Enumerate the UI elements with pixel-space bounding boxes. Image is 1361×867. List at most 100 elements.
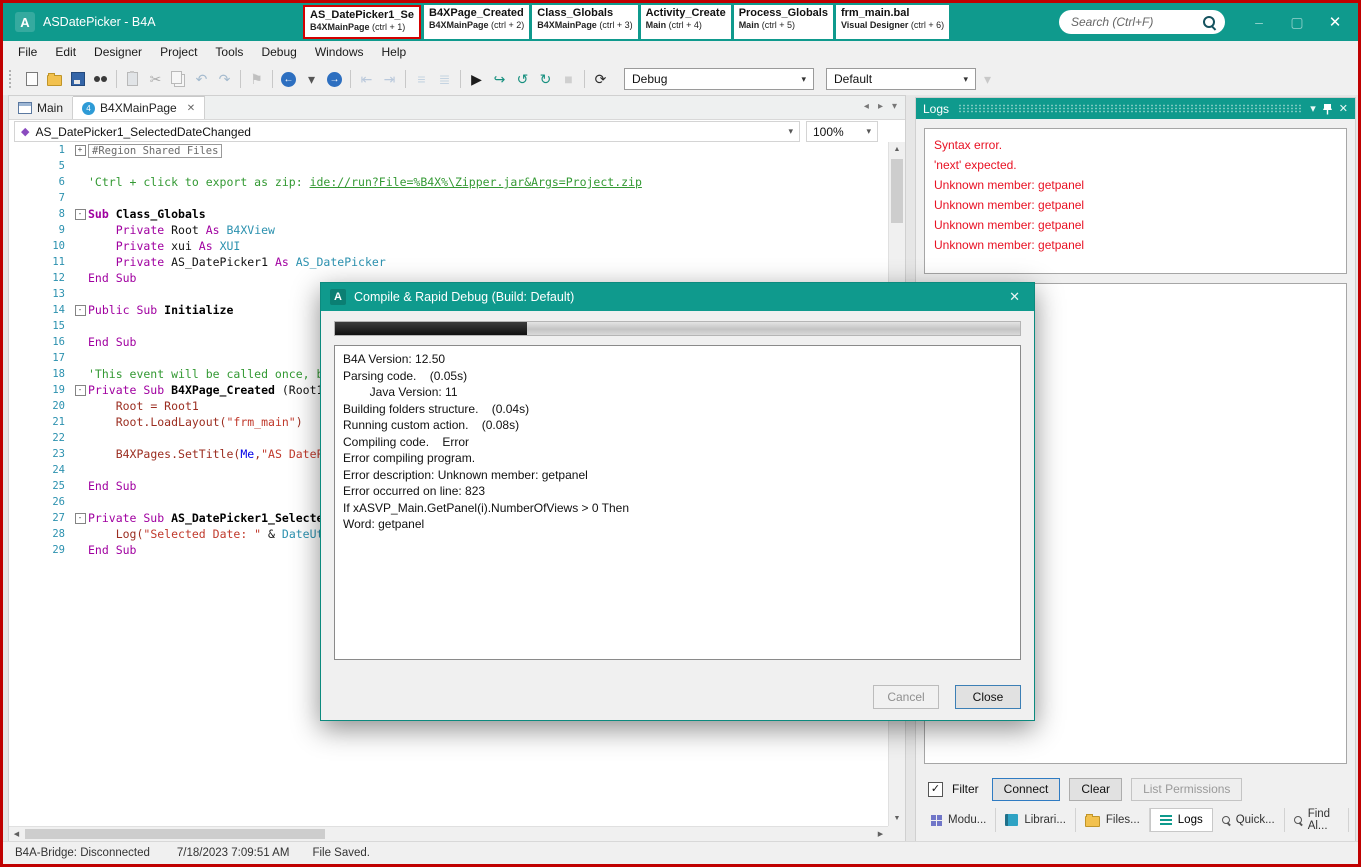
code-line: 11 Private AS_DatePicker1 As AS_DatePick… (9, 254, 888, 270)
dialog-title-bar[interactable]: A Compile & Rapid Debug (Build: Default)… (321, 283, 1034, 311)
scroll-left-icon[interactable]: ◀ (9, 827, 24, 841)
line-number: 7 (9, 192, 72, 204)
step-over-icon[interactable]: ↺ (511, 67, 534, 91)
nav-tab[interactable]: Class_GlobalsB4XMainPage (ctrl + 3) (532, 5, 637, 39)
logs-header[interactable]: Logs ▾ ✕ (916, 98, 1355, 119)
nav-tab-strip: AS_DatePicker1_SelectedDateChangedB4XMai… (303, 5, 949, 39)
conditional-symbols-dropdown[interactable]: Default▾ (826, 68, 976, 90)
line-number: 17 (9, 352, 72, 364)
panel-tab-logs[interactable]: Logs (1150, 808, 1213, 832)
cut-icon[interactable]: ✂ (144, 67, 167, 91)
nav-tab[interactable]: frm_main.balVisual Designer (ctrl + 6) (836, 5, 949, 39)
fold-toggle-icon[interactable]: + (75, 145, 86, 156)
stop-icon[interactable]: ■ (557, 67, 580, 91)
navigate-forward-icon[interactable]: → (323, 67, 346, 91)
logs-header-pattern (958, 104, 1301, 113)
bookmark-icon[interactable]: ⚑ (245, 67, 268, 91)
editor-tab-main[interactable]: Main (9, 97, 73, 119)
menu-item-help[interactable]: Help (373, 45, 416, 59)
fold-toggle-icon[interactable]: - (75, 209, 86, 220)
redo-icon[interactable]: ↷ (213, 67, 236, 91)
search-box[interactable] (1059, 10, 1225, 34)
menu-item-file[interactable]: File (9, 45, 46, 59)
nav-tab[interactable]: B4XPage_CreatedB4XMainPage (ctrl + 2) (424, 5, 529, 39)
copy-icon[interactable] (167, 67, 190, 91)
horizontal-scrollbar[interactable]: ◀ ▶ (9, 826, 888, 841)
step-into-icon[interactable]: ↪ (488, 67, 511, 91)
editor-header: ◆ AS_DatePicker1_SelectedDateChanged ▾ 1… (9, 120, 905, 144)
code-line: 7 (9, 190, 888, 206)
dialog-close-button[interactable]: Close (955, 685, 1021, 709)
clean-rebuild-icon[interactable]: ⟳ (589, 67, 612, 91)
scroll-up-icon[interactable]: ▲ (889, 142, 905, 157)
fold-toggle-icon[interactable]: - (75, 305, 86, 316)
close-button[interactable]: ✕ (1316, 13, 1354, 31)
search-input[interactable] (1069, 14, 1203, 30)
uncomment-icon[interactable]: ≣ (433, 67, 456, 91)
navigate-back-icon[interactable]: ← (277, 67, 300, 91)
tab-scroll-left-icon[interactable]: ◂ (864, 101, 869, 112)
editor-tab-b4xmainpage[interactable]: 4B4XMainPage✕ (73, 96, 205, 119)
pin-icon[interactable] (1323, 103, 1332, 115)
menu-item-windows[interactable]: Windows (306, 45, 373, 59)
line-number: 11 (9, 256, 72, 268)
panel-tab-strip: Modu...Librari...Files...LogsQuick...Fin… (922, 808, 1349, 832)
run-icon[interactable]: ▶ (465, 67, 488, 91)
menu-item-project[interactable]: Project (151, 45, 206, 59)
save-all-icon[interactable] (66, 67, 89, 91)
toolbar-items: ✂↶↷⚑←▾→⇤⇥≡≣▶↪↺↻■⟳Debug▾Default▾▾ (20, 67, 999, 91)
toolbar-drag-handle[interactable] (9, 70, 15, 88)
connect-button[interactable]: Connect (992, 778, 1061, 801)
outdent-icon[interactable]: ⇤ (355, 67, 378, 91)
minimize-button[interactable]: – (1240, 14, 1278, 30)
list-permissions-button[interactable]: List Permissions (1131, 778, 1242, 801)
app-title: ASDatePicker - B4A (43, 15, 156, 29)
navigate-back-menu-icon[interactable]: ▾ (300, 67, 323, 91)
cancel-button[interactable]: Cancel (873, 685, 939, 709)
line-number: 8 (9, 208, 72, 220)
log-entry: Unknown member: getpanel (934, 195, 1337, 215)
horizontal-scroll-thumb[interactable] (25, 829, 325, 839)
panel-tab-librari[interactable]: Librari... (996, 808, 1076, 832)
filter-checkbox[interactable]: ✓ (928, 782, 943, 797)
scroll-down-icon[interactable]: ▼ (889, 811, 905, 826)
find-in-files-icon[interactable] (89, 67, 112, 91)
tab-scroll-right-icon[interactable]: ▸ (878, 101, 883, 112)
open-project-icon[interactable] (43, 67, 66, 91)
menu-item-edit[interactable]: Edit (46, 45, 85, 59)
panel-tab-quick[interactable]: Quick... (1213, 808, 1285, 832)
menu-item-tools[interactable]: Tools (206, 45, 252, 59)
tab-list-icon[interactable]: ▾ (892, 101, 897, 112)
maximize-button[interactable]: ▢ (1278, 14, 1316, 31)
toolbar-overflow-icon[interactable]: ▾ (976, 67, 999, 91)
line-number: 13 (9, 288, 72, 300)
panel-menu-icon[interactable]: ▾ (1310, 102, 1316, 115)
line-number: 23 (9, 448, 72, 460)
menu-item-designer[interactable]: Designer (85, 45, 151, 59)
code-line: 5 (9, 158, 888, 174)
indent-icon[interactable]: ⇥ (378, 67, 401, 91)
tab-close-icon[interactable]: ✕ (187, 103, 195, 114)
panel-tab-files[interactable]: Files... (1076, 808, 1150, 832)
scroll-right-icon[interactable]: ▶ (873, 827, 888, 841)
zoom-dropdown[interactable]: 100% ▾ (806, 121, 878, 142)
fold-toggle-icon[interactable]: - (75, 513, 86, 524)
clear-button[interactable]: Clear (1069, 778, 1122, 801)
vertical-scroll-thumb[interactable] (891, 159, 903, 223)
nav-tab[interactable]: AS_DatePicker1_SelectedDateChangedB4XMai… (303, 5, 421, 39)
panel-close-icon[interactable]: ✕ (1339, 102, 1348, 115)
fold-toggle-icon[interactable]: - (75, 385, 86, 396)
undo-icon[interactable]: ↶ (190, 67, 213, 91)
panel-tab-modu[interactable]: Modu... (922, 808, 996, 832)
dialog-close-icon[interactable]: ✕ (1004, 289, 1025, 305)
nav-tab[interactable]: Activity_CreateMain (ctrl + 4) (641, 5, 731, 39)
panel-tab-findal[interactable]: Find Al... (1285, 808, 1349, 832)
paste-icon[interactable] (121, 67, 144, 91)
menu-item-debug[interactable]: Debug (252, 45, 305, 59)
comment-icon[interactable]: ≡ (410, 67, 433, 91)
member-dropdown[interactable]: ◆ AS_DatePicker1_SelectedDateChanged ▾ (14, 121, 800, 142)
step-out-icon[interactable]: ↻ (534, 67, 557, 91)
new-project-icon[interactable] (20, 67, 43, 91)
build-configuration-dropdown[interactable]: Debug▾ (624, 68, 814, 90)
nav-tab[interactable]: Process_GlobalsMain (ctrl + 5) (734, 5, 833, 39)
